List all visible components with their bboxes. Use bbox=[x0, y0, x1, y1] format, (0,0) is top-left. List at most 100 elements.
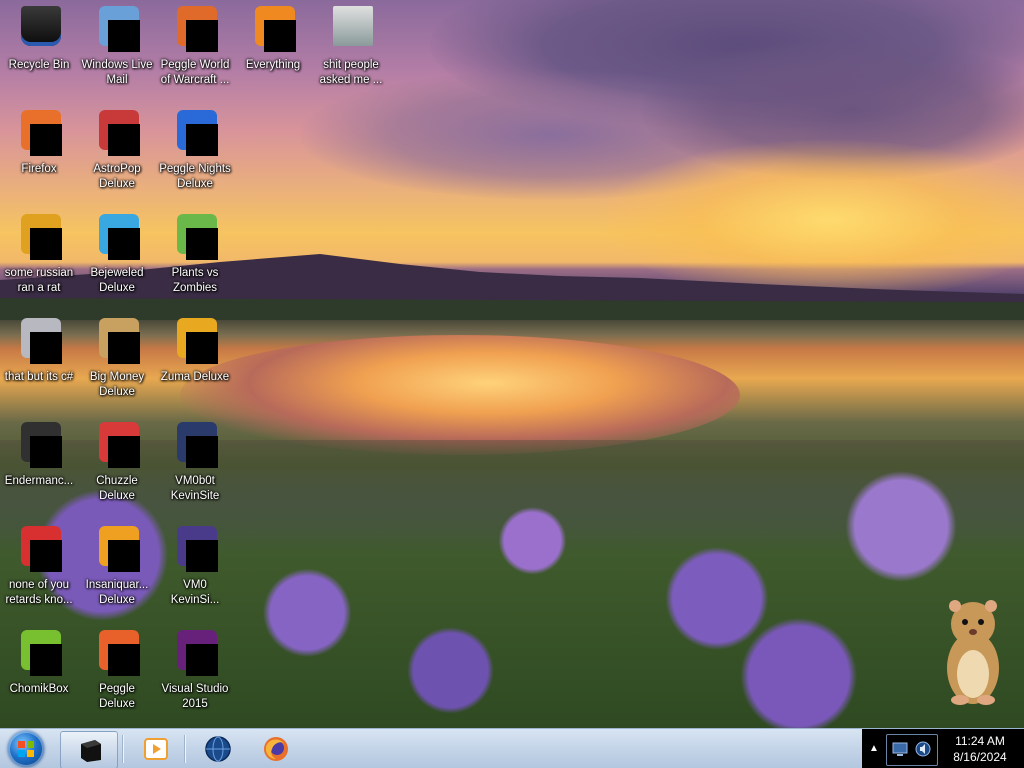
desktop-icon-image bbox=[171, 214, 219, 262]
desktop-icon[interactable]: some russian ran a rat bbox=[0, 214, 78, 314]
desktop-icon[interactable]: Everything bbox=[234, 6, 312, 106]
desktop-icon-label: Windows Live Mail bbox=[81, 59, 153, 86]
desktop-icon-image bbox=[15, 318, 63, 366]
redaction-box bbox=[186, 540, 218, 572]
desktop-icon[interactable]: ChomikBox bbox=[0, 630, 78, 730]
redaction-box bbox=[108, 644, 140, 676]
desktop-icon-label: Plants vs Zombies bbox=[171, 267, 219, 294]
desktop-icon[interactable]: shit people asked me ... bbox=[312, 6, 390, 106]
redaction-box bbox=[108, 332, 140, 364]
desktop-icon-image bbox=[93, 318, 141, 366]
desktop-icon[interactable]: VM0 KevinSi... bbox=[156, 526, 234, 626]
desktop-icon[interactable]: Recycle Bin bbox=[0, 6, 78, 106]
desktop-icon-image bbox=[171, 318, 219, 366]
desktop-icon-label: none of you retards kno... bbox=[5, 579, 73, 606]
redaction-box bbox=[30, 644, 62, 676]
desktop-icon[interactable]: Peggle Nights Deluxe bbox=[156, 110, 234, 210]
desktop-icon-image bbox=[93, 526, 141, 574]
desktop-icon-image bbox=[15, 526, 63, 574]
desktop-icon-image bbox=[93, 110, 141, 158]
desktop-icon[interactable]: Plants vs Zombies bbox=[156, 214, 234, 314]
desktop-icon-image bbox=[15, 630, 63, 678]
redaction-box bbox=[186, 124, 218, 156]
start-button[interactable] bbox=[4, 730, 48, 768]
desktop-icon-image bbox=[249, 6, 297, 54]
desktop-icon[interactable]: Insaniquar... Deluxe bbox=[78, 526, 156, 626]
desktop-icon-label: that but its c# bbox=[4, 371, 74, 383]
clock-date: 8/16/2024 bbox=[953, 750, 1007, 764]
desktop-icon[interactable]: Firefox bbox=[0, 110, 78, 210]
taskbar-separator bbox=[122, 735, 123, 763]
taskbar-item-globe-app[interactable] bbox=[188, 731, 244, 767]
desktop-icon-image bbox=[93, 214, 141, 262]
desktop-icon[interactable]: Big Money Deluxe bbox=[78, 318, 156, 418]
tray-icon-group bbox=[886, 734, 938, 766]
desktop-icon-image bbox=[171, 526, 219, 574]
desktop-icon-label: Firefox bbox=[21, 163, 57, 175]
desktop-icon-label: some russian ran a rat bbox=[4, 267, 74, 294]
desktop-icon[interactable]: Chuzzle Deluxe bbox=[78, 422, 156, 522]
redaction-box bbox=[264, 20, 296, 52]
globe-icon bbox=[205, 736, 231, 762]
redaction-box bbox=[186, 228, 218, 260]
desktop-icon-image bbox=[15, 214, 63, 262]
taskbar-item-media-player[interactable] bbox=[126, 731, 182, 767]
desktop-icon[interactable]: that but its c# bbox=[0, 318, 78, 418]
desktop-icon-label: Big Money Deluxe bbox=[89, 371, 145, 398]
clock-time: 11:24 AM bbox=[955, 734, 1005, 748]
lake-reflection bbox=[180, 335, 740, 455]
windows-logo-icon bbox=[18, 741, 34, 757]
system-tray: ▲ 11:24 AM 8/16/2024 bbox=[862, 729, 1024, 768]
redaction-box bbox=[30, 332, 62, 364]
desktop-icon-label: shit people asked me ... bbox=[319, 59, 383, 86]
media-player-icon bbox=[144, 738, 168, 760]
desktop-icon-image bbox=[15, 6, 63, 54]
desktop-icon-image bbox=[327, 6, 375, 54]
desktop-icon-image bbox=[171, 6, 219, 54]
desktop-icon-label: AstroPop Deluxe bbox=[93, 163, 141, 190]
taskbar-item-app-window[interactable] bbox=[60, 731, 118, 768]
desktop-icon-label: Chuzzle Deluxe bbox=[96, 475, 138, 502]
desktop-icon[interactable]: Windows Live Mail bbox=[78, 6, 156, 106]
desktop-icon-image bbox=[15, 110, 63, 158]
desktop-icon[interactable]: Zuma Deluxe bbox=[156, 318, 234, 418]
redaction-box bbox=[30, 436, 62, 468]
desktop-icon-label: Zuma Deluxe bbox=[160, 371, 230, 383]
redaction-box bbox=[186, 20, 218, 52]
show-hidden-icons-button[interactable]: ▲ bbox=[864, 739, 884, 759]
redaction-box bbox=[186, 332, 218, 364]
desktop-icon-label: Bejeweled Deluxe bbox=[90, 267, 144, 294]
redaction-box bbox=[108, 436, 140, 468]
taskbar-separator bbox=[184, 735, 185, 763]
desktop-icon-label: Insaniquar... Deluxe bbox=[85, 579, 149, 606]
desktop-icon-image bbox=[93, 422, 141, 470]
desktop-icon[interactable]: Peggle World of Warcraft ... bbox=[156, 6, 234, 106]
desktop-icon-label: Endermanc... bbox=[4, 475, 74, 487]
desktop-icon-label: Everything bbox=[245, 59, 301, 71]
desktop-icon[interactable]: AstroPop Deluxe bbox=[78, 110, 156, 210]
redaction-box bbox=[108, 540, 140, 572]
desktop-icon-label: ChomikBox bbox=[9, 683, 69, 695]
network-icon[interactable] bbox=[891, 740, 909, 758]
desktop-icon[interactable]: Peggle Deluxe bbox=[78, 630, 156, 730]
desktop-icon-image bbox=[171, 422, 219, 470]
redaction-box bbox=[108, 124, 140, 156]
taskbar-item-firefox[interactable] bbox=[246, 731, 302, 767]
taskbar: ▲ 11:24 AM 8/16/2024 bbox=[0, 728, 1024, 768]
desktop-icon[interactable]: Bejeweled Deluxe bbox=[78, 214, 156, 314]
desktop-icon-label: Peggle Nights Deluxe bbox=[159, 163, 231, 190]
hamster-sticker bbox=[947, 600, 999, 705]
clock[interactable]: 11:24 AM 8/16/2024 bbox=[940, 733, 1020, 765]
desktop-icon[interactable]: Visual Studio 2015 bbox=[156, 630, 234, 730]
desktop-icon[interactable]: VM0b0t KevinSite bbox=[156, 422, 234, 522]
desktop-icon[interactable]: none of you retards kno... bbox=[0, 526, 78, 626]
volume-icon[interactable] bbox=[914, 740, 932, 758]
black-box-icon bbox=[81, 740, 101, 762]
desktop-icon[interactable]: Endermanc... bbox=[0, 422, 78, 522]
desktop-icon-image bbox=[93, 6, 141, 54]
firefox-icon bbox=[264, 737, 288, 761]
desktop-icon-label: VM0b0t KevinSite bbox=[170, 475, 220, 502]
desktop-icon-image bbox=[93, 630, 141, 678]
redaction-box bbox=[30, 540, 62, 572]
redaction-box bbox=[30, 228, 62, 260]
